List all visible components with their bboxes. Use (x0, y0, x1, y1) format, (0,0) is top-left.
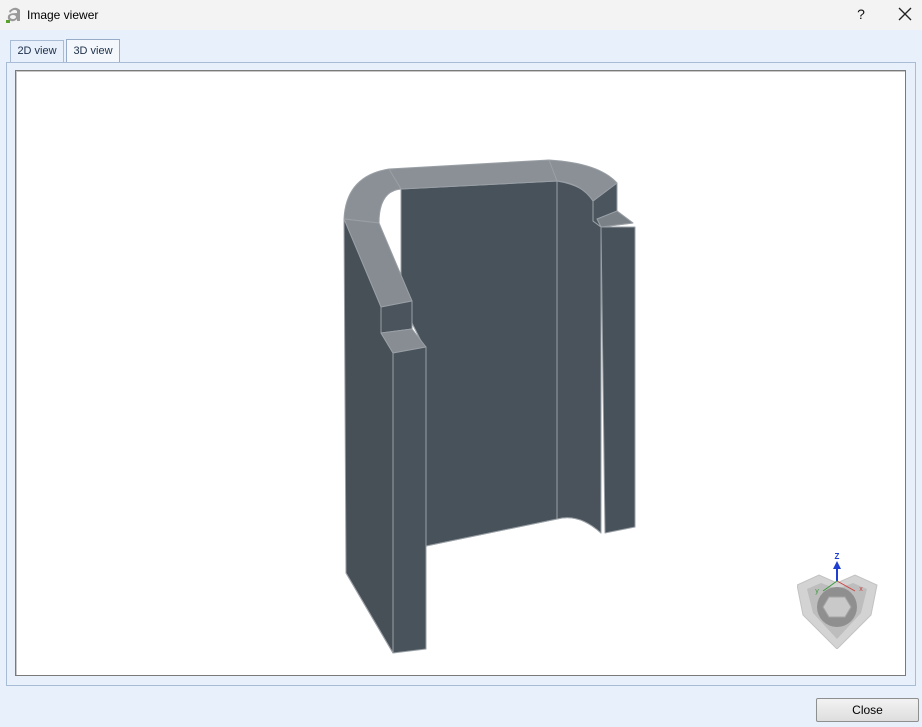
close-x-icon[interactable] (896, 5, 914, 23)
window-title: Image viewer (27, 8, 99, 22)
tab-3d-view[interactable]: 3D view (66, 39, 120, 63)
model-right-wall (600, 226, 636, 534)
app-logo-icon (6, 7, 20, 23)
3d-viewport[interactable]: Z x y (15, 70, 906, 676)
model-left-column (392, 346, 427, 654)
help-button[interactable]: ? (852, 4, 870, 24)
y-axis-label: y (815, 588, 819, 595)
x-axis-label: x (859, 586, 863, 593)
model-right-curve (556, 180, 602, 534)
navigation-cube[interactable]: Z x y (797, 553, 879, 649)
z-axis-label: Z (835, 553, 840, 561)
3d-model[interactable] (16, 71, 906, 676)
tab-2d-view[interactable]: 2D view (10, 40, 64, 62)
title-bar: Image viewer ? (0, 0, 922, 30)
close-button[interactable]: Close (816, 698, 919, 722)
